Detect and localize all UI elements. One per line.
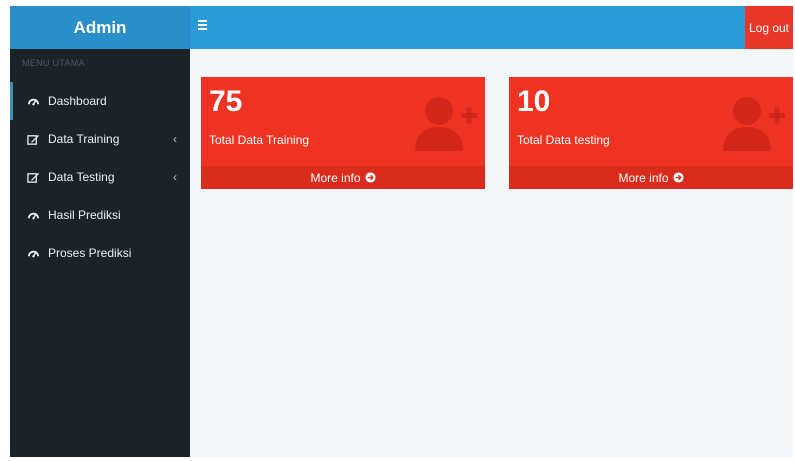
stat-label: Total Data Training	[209, 133, 310, 147]
stat-label: Total Data testing	[517, 133, 610, 147]
sidebar: Admin MENU UTAMA Dashboard Data Training…	[10, 6, 190, 457]
more-info-label: More info	[310, 170, 361, 185]
info-box-testing: 10 Total Data testing More info	[509, 77, 793, 189]
dashboard-icon	[27, 247, 40, 260]
edit-icon	[27, 133, 40, 146]
menu-header: MENU UTAMA	[22, 58, 85, 68]
info-box-training: 75 Total Data Training More info	[201, 77, 485, 189]
dashboard-icon	[27, 95, 40, 108]
sidebar-item-label: Dashboard	[48, 94, 107, 108]
user-add-icon	[415, 97, 477, 151]
user-add-icon	[723, 97, 785, 151]
app-window: Admin MENU UTAMA Dashboard Data Training…	[10, 6, 793, 457]
sidebar-item-label: Proses Prediksi	[48, 246, 132, 260]
more-info-link[interactable]: More info	[509, 166, 793, 189]
sidebar-item-label: Hasil Prediksi	[48, 208, 121, 222]
chevron-left-icon[interactable]: ‹	[173, 132, 177, 146]
sidebar-item-data-testing[interactable]: Data Testing ‹	[10, 158, 190, 196]
menu-toggle-icon[interactable]	[198, 20, 212, 34]
arrow-circle-right-icon	[364, 172, 376, 183]
chevron-left-icon[interactable]: ‹	[173, 170, 177, 184]
more-info-label: More info	[618, 170, 669, 185]
sidebar-item-hasil-prediksi[interactable]: Hasil Prediksi	[10, 196, 190, 234]
sidebar-item-proses-prediksi[interactable]: Proses Prediksi	[10, 234, 190, 272]
sidebar-item-label: Data Training	[48, 132, 120, 146]
top-navbar: Log out	[190, 6, 793, 49]
sidebar-item-label: Data Testing	[48, 170, 115, 184]
sidebar-item-data-training[interactable]: Data Training ‹	[10, 120, 190, 158]
edit-icon	[27, 171, 40, 184]
stat-value: 10	[517, 85, 551, 118]
more-info-link[interactable]: More info	[201, 166, 485, 189]
stat-value: 75	[209, 85, 243, 118]
logout-button[interactable]: Log out	[745, 6, 793, 49]
sidebar-item-dashboard[interactable]: Dashboard	[10, 82, 190, 120]
arrow-circle-right-icon	[672, 172, 684, 183]
brand-logo[interactable]: Admin	[10, 6, 190, 49]
dashboard-icon	[27, 209, 40, 222]
